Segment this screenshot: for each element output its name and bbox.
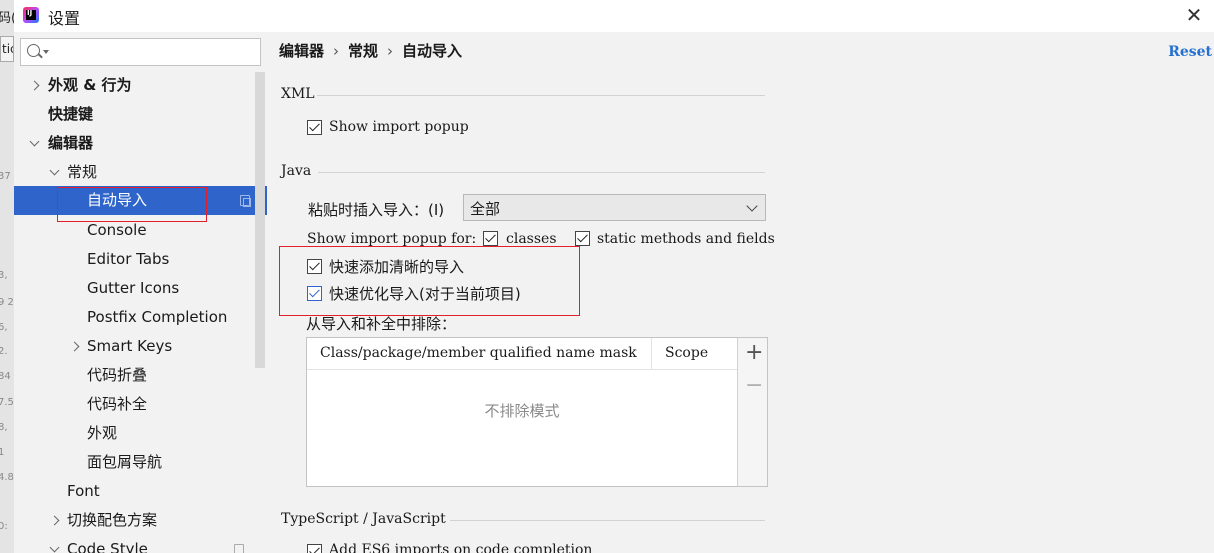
background-text: 37 [0,171,11,182]
tree-item-code-folding[interactable]: 代码折叠 [87,361,147,390]
tree-item-keymap[interactable]: 快捷键 [48,100,93,129]
search-icon[interactable] [27,44,40,57]
tree-item-smart-keys[interactable]: Smart Keys [70,332,172,361]
chevron-down-icon[interactable] [50,158,60,187]
add-es6-imports-label: Add ES6 imports on code completion [329,542,593,553]
show-import-popup-xml-checkbox[interactable] [307,120,322,135]
chevron-right-icon[interactable] [70,332,80,361]
section-title-xml: XML [281,86,315,102]
section-title-java: Java [281,163,312,179]
breadcrumb-item: 自动导入 [402,42,463,60]
add-es6-imports-checkbox[interactable] [307,544,322,553]
intellij-app-icon: IJ [23,7,39,23]
settings-sidebar: 外观 & 行为 快捷键 编辑器 常规 自动导入 Console Editor T… [14,32,267,553]
background-window-strip: 码( tic 37 3, 9 2 6, 2. 84 7.5 8, 1 4.8 0… [0,0,14,553]
chevron-down-icon [746,200,758,212]
background-text: 4.8 [0,472,14,483]
background-text: 6, [0,322,8,333]
tree-item-font[interactable]: Font [67,477,100,506]
reset-link[interactable]: Reset [1168,44,1212,60]
insert-on-paste-select[interactable]: 全部 [463,194,766,221]
section-divider [317,95,765,96]
tree-item-editor-tabs[interactable]: Editor Tabs [87,245,169,274]
optimize-imports-label: 快速优化导入(对于当前项目) [329,285,521,303]
chevron-down-icon[interactable] [50,535,60,553]
tree-item-appearance[interactable]: 外观 [87,419,117,448]
tree-item-auto-import[interactable]: 自动导入 [87,186,147,215]
add-icon[interactable]: + [745,342,763,364]
background-text: 7.5 [0,397,14,408]
settings-content: 编辑器 › 常规 › 自动导入 Reset XML Show import popup … [267,32,1214,553]
toolbar-divider [737,338,738,486]
exclude-label: 从导入和补全中排除： [306,315,457,333]
add-unambiguous-imports-checkbox[interactable] [307,259,322,274]
background-text: 1 [0,447,5,458]
section-divider [318,172,765,173]
background-tab: tic [0,36,14,62]
show-popup-for-label: Show import popup for: [307,231,477,247]
header-divider [307,369,738,370]
add-unambiguous-imports-label: 快速添加清晰的导入 [329,258,465,276]
tree-item-general[interactable]: 常规 [50,158,97,187]
chevron-down-icon[interactable] [30,129,40,158]
sidebar-scrollbar[interactable] [255,72,265,368]
remove-icon[interactable]: − [745,375,763,397]
column-divider [651,338,652,369]
chevron-right-icon[interactable] [30,71,40,100]
search-field[interactable] [20,38,261,66]
show-import-popup-xml-label: Show import popup [329,119,469,135]
static-methods-checkbox[interactable] [575,231,590,246]
tree-item-gutter-icons[interactable]: Gutter Icons [87,274,179,303]
tree-item-postfix-completion[interactable]: Postfix Completion [87,303,227,332]
title-bar: IJ 设置 ✕ [14,0,1214,32]
background-text: 码( [0,11,14,26]
column-header-mask[interactable]: Class/package/member qualified name mask [320,338,637,369]
copy-icon [234,544,244,553]
tree-item-code-style[interactable]: Code Style [50,535,148,553]
tree-item-appearance-behavior[interactable]: 外观 & 行为 [30,71,132,100]
tree-item-color-scheme[interactable]: 切换配色方案 [50,506,157,535]
background-text: 8, [0,422,8,433]
breadcrumb: 编辑器 › 常规 › 自动导入 [279,42,463,60]
background-text: 9 2 [0,297,14,308]
exclude-table[interactable]: Class/package/member qualified name mask… [306,337,768,487]
tree-item-console[interactable]: Console [87,216,147,245]
section-divider [450,520,765,521]
window-title: 设置 [48,9,81,28]
background-text: 0: [0,521,8,532]
background-text: 3, [0,270,8,281]
column-header-scope[interactable]: Scope [665,338,708,369]
close-button[interactable]: ✕ [1182,3,1206,27]
static-methods-label: static methods and fields [597,231,775,247]
copy-icon [240,195,251,207]
chevron-right-icon[interactable] [50,506,60,535]
search-input[interactable] [51,41,256,63]
breadcrumb-item: 编辑器 [279,42,325,60]
tree-item-breadcrumbs[interactable]: 面包屑导航 [87,448,162,477]
insert-on-paste-label: 粘贴时插入导入：(I) [308,201,445,219]
background-text: 84 [0,371,11,382]
section-title-typescript: TypeScript / JavaScript [281,511,446,527]
optimize-imports-checkbox[interactable] [307,286,322,301]
classes-label: classes [506,231,557,247]
chevron-down-icon[interactable] [43,50,49,54]
background-text: 2. [0,346,8,357]
classes-checkbox[interactable] [483,231,498,246]
tree-item-editor[interactable]: 编辑器 [30,129,93,158]
breadcrumb-item: 常规 [348,42,379,60]
tree-item-code-completion[interactable]: 代码补全 [87,390,147,419]
empty-table-text: 不排除模式 [484,402,560,420]
